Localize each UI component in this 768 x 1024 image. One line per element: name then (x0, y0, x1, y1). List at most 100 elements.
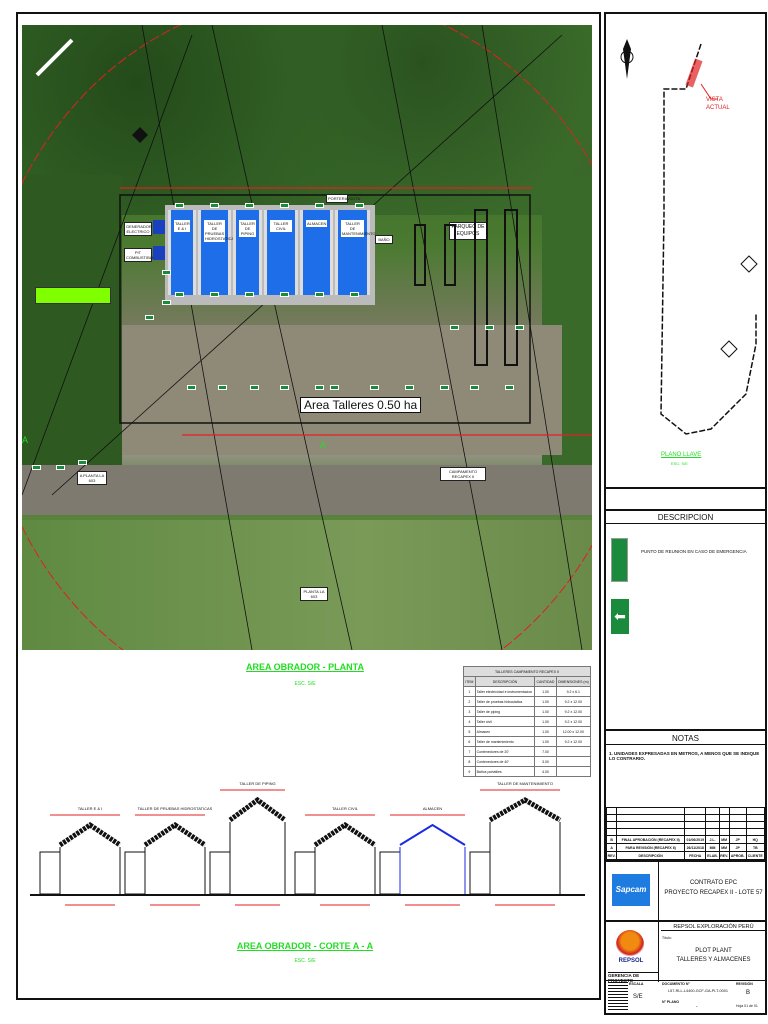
revision-cell: FECHA (684, 851, 707, 860)
guard-label: PORTERIA/CCTV (326, 194, 361, 203)
section-mark-left: A (22, 435, 29, 445)
section-building: TALLER CIVIL (294, 806, 377, 906)
contract-info: CONTRATO EPC PROYECTO RECAPEX II - LOTE … (661, 878, 766, 898)
revision-cell: JP (728, 835, 747, 844)
title-block: REPSOL GERENCIA DE PROYECTO REPSOL EXPLO… (606, 922, 766, 1017)
road-label-left: A PLANTA LA 603 (77, 471, 107, 485)
table-row: 2 Taller de pruebas hidrostatica 1.00 9.2 x… (463, 696, 592, 707)
workshop-label: TALLER DE PIPING (239, 220, 256, 237)
workshop-table: TALLERES CAMPAMENTO RECAPEX II ITEM DESCR… (463, 666, 592, 777)
workshop-1: TALLER E & I (168, 210, 196, 295)
exit-sign-icon (280, 203, 289, 208)
workshop-2: TALLER DE PRUEBAS HIDROSTATICAS (198, 210, 237, 295)
workshop-label: TALLER E & I (174, 220, 190, 232)
exit-sign-icon (485, 325, 494, 330)
revision-cell: MM (718, 835, 730, 844)
fuel-pit-label: PIT COMBUSTIBLE (124, 248, 155, 262)
generator-label: GENERADOR ELECTRICO (124, 222, 152, 236)
project-label: PROYECTO RECAPEX II - LOTE 57 (664, 890, 763, 896)
table-cell: 1 (463, 686, 476, 697)
table-cell: 5 (463, 726, 476, 737)
revision-cell: JP (728, 843, 747, 852)
table-row: 6 Taller de mantenimiento 1.00 9.2 x 12.00 (463, 736, 592, 747)
workshop-6: TALLER DE MANTENIMIENTO (335, 210, 376, 295)
revision-cell: MM (718, 843, 730, 852)
revision-row: REV. DESCRIPCIÓN FECHA ELAB. REV. APROB. CLIEN… (605, 851, 766, 860)
table-cell: 1.00 (534, 736, 557, 747)
exit-sign-icon (187, 385, 196, 390)
workshop-3: TALLER DE PIPING (233, 210, 262, 295)
revision-cell: REV. (605, 851, 618, 860)
building-label: TALLER CIVIL (332, 806, 359, 811)
building-label: TALLER DE PRUEBAS HIDROSTATICAS (138, 806, 213, 811)
section-building: TALLER DE PRUEBAS HIDROSTATICAS (124, 806, 213, 906)
table-header: CANTIDAD (534, 676, 557, 687)
workshop-5: ALMACEN (300, 210, 333, 295)
description-title: DESCRIPCION (606, 511, 765, 524)
exit-sign-icon (405, 385, 414, 390)
notes-title: NOTAS (606, 732, 765, 745)
table-cell (555, 746, 592, 757)
revision-value: B (746, 990, 751, 996)
table-cell: 9.2 x 6.1 (555, 686, 592, 697)
table-row: 8 Contenedores de 40' 3.00 (463, 756, 592, 767)
key-map-scale: ESC. S/E (671, 461, 688, 466)
client-name: REPSOL EXPLORACIÓN PERÚ (661, 924, 766, 931)
section-building: TALLER DE MANTENIMIENTO (469, 781, 562, 906)
table-row: 5 Almacen 1.00 12.00 x 12.00 (463, 726, 592, 737)
workshop-label: TALLER DE PRUEBAS HIDROSTATICAS (204, 220, 237, 242)
exit-sign-icon (370, 385, 379, 390)
doc-label: DOCUMENTO N° (662, 982, 690, 986)
drawing-title: PLOT PLANT TALLERES Y ALMACENES (661, 947, 766, 965)
revision-cell: FINAL APROBACIÓN (RECAPEX II) (616, 835, 686, 844)
table-cell: 1.00 (534, 716, 557, 727)
exit-sign-icon (505, 385, 514, 390)
plan-scale: ESC. S/E (294, 681, 316, 687)
revision-cell: DESCRIPCIÓN (616, 851, 686, 860)
building-label: TALLER E & I (78, 806, 103, 811)
contractor-logo: Sapcam (612, 874, 650, 906)
exit-sign-icon (315, 385, 324, 390)
doc-number: L57-RLL-L4400-GCF-GA-PLT-0001 (668, 989, 728, 993)
table-cell: 3.00 (534, 756, 557, 767)
exit-sign-icon (315, 203, 324, 208)
exit-sign-icon (280, 292, 289, 297)
notes-panel: NOTAS 1. UNIDADES EXPRESADAS EN METROS, … (605, 732, 766, 862)
area-label: Area Talleres 0.50 ha (300, 397, 422, 413)
exit-sign-icon (175, 292, 184, 297)
bath-label: BAÑO (375, 235, 393, 244)
exit-sign-icon (245, 203, 254, 208)
exit-sign-icon (450, 325, 459, 330)
table-cell: 12.00 x 12.00 (555, 726, 592, 737)
table-cell: 9.2 x 12.00 (555, 706, 592, 717)
revision-cell: J.L. (705, 835, 720, 844)
exit-sign-icon (350, 292, 359, 297)
revision-table: B FINAL APROBACIÓN (RECAPEX II) 01/06/2019… (605, 807, 766, 860)
table-row: 7 Contenedores de 20' 7.00 (463, 746, 592, 757)
exit-arrow-icon: ⬅ (611, 599, 629, 634)
section-drawing: TALLER E & I TALLER DE PRUEBAS HIDROSTATI… (30, 781, 585, 906)
revision-cell: TB (745, 843, 766, 852)
workshop-label: TALLER DE MANTENIMIENTO (341, 220, 376, 237)
exit-sign-icon (440, 385, 449, 390)
note-item: 1. UNIDADES EXPRESADAS EN METROS, A MENO… (609, 751, 760, 761)
building-label: TALLER DE PIPING (239, 781, 275, 786)
table-cell: 1.00 (534, 696, 557, 707)
table-cell: Taller de piping (474, 706, 536, 717)
table-cell: Taller civil (474, 716, 536, 727)
title-column: VISTA ACTUAL PLANO LLAVE ESC. S/E DESCRI… (604, 12, 767, 1015)
exit-sign-icon (175, 203, 184, 208)
table-row: 3 Taller de piping 1.00 9.2 x 12.00 (463, 706, 592, 717)
section-building: ALMACEN (379, 806, 466, 906)
section-mark-right: A (320, 440, 327, 450)
exit-sign-icon (210, 203, 219, 208)
table-title: TALLERES CAMPAMENTO RECAPEX II (463, 666, 591, 677)
table-header: ITEM (463, 676, 476, 687)
table-cell: Almacen (474, 726, 536, 737)
table-cell: Contenedores de 20' (474, 746, 536, 757)
revision-label: REVISIÓN (736, 982, 753, 986)
title-label: Título: (662, 936, 672, 940)
client-logo-icon (616, 930, 644, 958)
table-cell: 1.00 (534, 726, 557, 737)
exit-sign-icon (210, 292, 219, 297)
